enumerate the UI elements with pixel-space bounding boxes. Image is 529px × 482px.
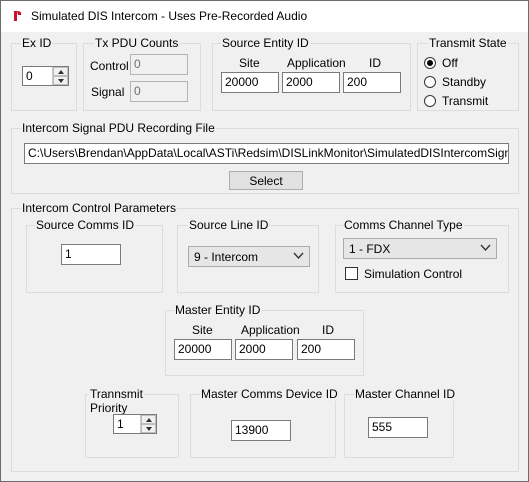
- select-button[interactable]: Select: [229, 171, 303, 190]
- radio-transmit[interactable]: [424, 95, 436, 107]
- source-entity-group: Source Entity ID Site Application ID 200…: [212, 36, 411, 111]
- spin-down-button[interactable]: [53, 76, 68, 85]
- chevron-down-icon: [480, 244, 491, 252]
- transmit-priority-group: Trannsmit Priority 1: [85, 387, 179, 458]
- recording-file-path-input[interactable]: C:\Users\Brendan\AppData\Local\ASTi\Reds…: [24, 143, 509, 164]
- recording-file-title: Intercom Signal PDU Recording File: [21, 121, 216, 135]
- main-window: Simulated DIS Intercom - Uses Pre-Record…: [0, 0, 529, 482]
- simulation-control-label[interactable]: Simulation Control: [364, 267, 462, 281]
- source-comms-group: Source Comms ID 1: [26, 218, 163, 293]
- window-title: Simulated DIS Intercom - Uses Pre-Record…: [31, 9, 308, 23]
- chevron-up-icon: [146, 418, 152, 422]
- comms-channel-dropdown[interactable]: 1 - FDX: [343, 238, 497, 259]
- radio-transmit-label[interactable]: Transmit: [442, 94, 488, 108]
- tx-pdu-counts-group: Tx PDU Counts Control 0 Signal 0: [83, 36, 201, 111]
- control-count-field: 0: [130, 54, 188, 75]
- intercom-control-group: Intercom Control Parameters Source Comms…: [11, 201, 519, 472]
- spin-down-button[interactable]: [141, 424, 156, 433]
- master-site-input[interactable]: 20000: [174, 339, 232, 360]
- id-label: ID: [369, 56, 381, 70]
- master-comms-device-input[interactable]: 13900: [231, 420, 291, 441]
- source-line-group: Source Line ID 9 - Intercom: [177, 218, 319, 293]
- transmit-priority-spinner[interactable]: 1: [113, 414, 157, 434]
- radio-off[interactable]: [424, 57, 436, 69]
- source-entity-title: Source Entity ID: [221, 36, 310, 50]
- control-label: Control: [90, 59, 129, 73]
- transmit-state-title: Transmit State: [428, 36, 508, 50]
- radio-standby[interactable]: [424, 76, 436, 88]
- title-bar: Simulated DIS Intercom - Uses Pre-Record…: [1, 1, 528, 32]
- comms-channel-value: 1 - FDX: [349, 242, 391, 256]
- master-entity-title: Master Entity ID: [174, 303, 262, 317]
- chevron-up-icon: [58, 70, 64, 74]
- tx-pdu-counts-title: Tx PDU Counts: [94, 36, 180, 50]
- source-comms-title: Source Comms ID: [35, 218, 136, 232]
- transmit-priority-value: 1: [117, 417, 124, 431]
- source-id-input[interactable]: 200: [343, 72, 401, 93]
- master-application-label: Application: [241, 323, 300, 337]
- application-label: Application: [287, 56, 346, 70]
- master-channel-group: Master Channel ID 555: [344, 387, 457, 458]
- master-site-label: Site: [192, 323, 213, 337]
- ex-id-value: 0: [26, 69, 33, 83]
- source-line-dropdown[interactable]: 9 - Intercom: [188, 246, 310, 267]
- signal-label: Signal: [91, 85, 125, 99]
- master-comms-device-group: Master Comms Device ID 13900: [190, 387, 339, 458]
- transmit-state-group: Transmit State Off Standby Transmit: [417, 36, 519, 111]
- master-id-label: ID: [322, 323, 334, 337]
- master-entity-group: Master Entity ID Site Application ID 200…: [165, 303, 364, 376]
- signal-count-field: 0: [130, 81, 188, 102]
- source-site-input[interactable]: 20000: [221, 72, 279, 93]
- intercom-control-title: Intercom Control Parameters: [21, 201, 178, 215]
- chevron-down-icon: [146, 427, 152, 431]
- master-channel-title: Master Channel ID: [354, 387, 457, 401]
- master-application-input[interactable]: 2000: [235, 339, 293, 360]
- master-id-input[interactable]: 200: [297, 339, 355, 360]
- master-channel-input[interactable]: 555: [368, 417, 428, 438]
- site-label: Site: [239, 56, 260, 70]
- source-line-value: 9 - Intercom: [194, 250, 259, 264]
- spin-up-button[interactable]: [141, 415, 156, 424]
- app-icon: [14, 11, 22, 21]
- ex-id-spinner[interactable]: 0: [22, 66, 69, 86]
- source-line-title: Source Line ID: [188, 218, 270, 232]
- source-comms-input[interactable]: 1: [61, 244, 121, 265]
- ex-id-group: Ex ID 0: [11, 36, 77, 111]
- recording-file-group: Intercom Signal PDU Recording File C:\Us…: [11, 121, 519, 194]
- transmit-priority-title-line2: Priority: [90, 401, 128, 415]
- radio-standby-label[interactable]: Standby: [442, 75, 486, 89]
- transmit-priority-title-line1: Trannsmit: [89, 387, 144, 401]
- comms-channel-group: Comms Channel Type 1 - FDX Simulation Co…: [335, 218, 509, 293]
- comms-channel-title: Comms Channel Type: [343, 218, 464, 232]
- master-comms-device-title: Master Comms Device ID: [200, 387, 339, 401]
- chevron-down-icon: [58, 79, 64, 83]
- source-application-input[interactable]: 2000: [282, 72, 340, 93]
- chevron-down-icon: [293, 252, 304, 260]
- radio-off-label[interactable]: Off: [442, 56, 458, 70]
- ex-id-title: Ex ID: [21, 36, 53, 50]
- simulation-control-checkbox[interactable]: [345, 267, 358, 280]
- spin-up-button[interactable]: [53, 67, 68, 76]
